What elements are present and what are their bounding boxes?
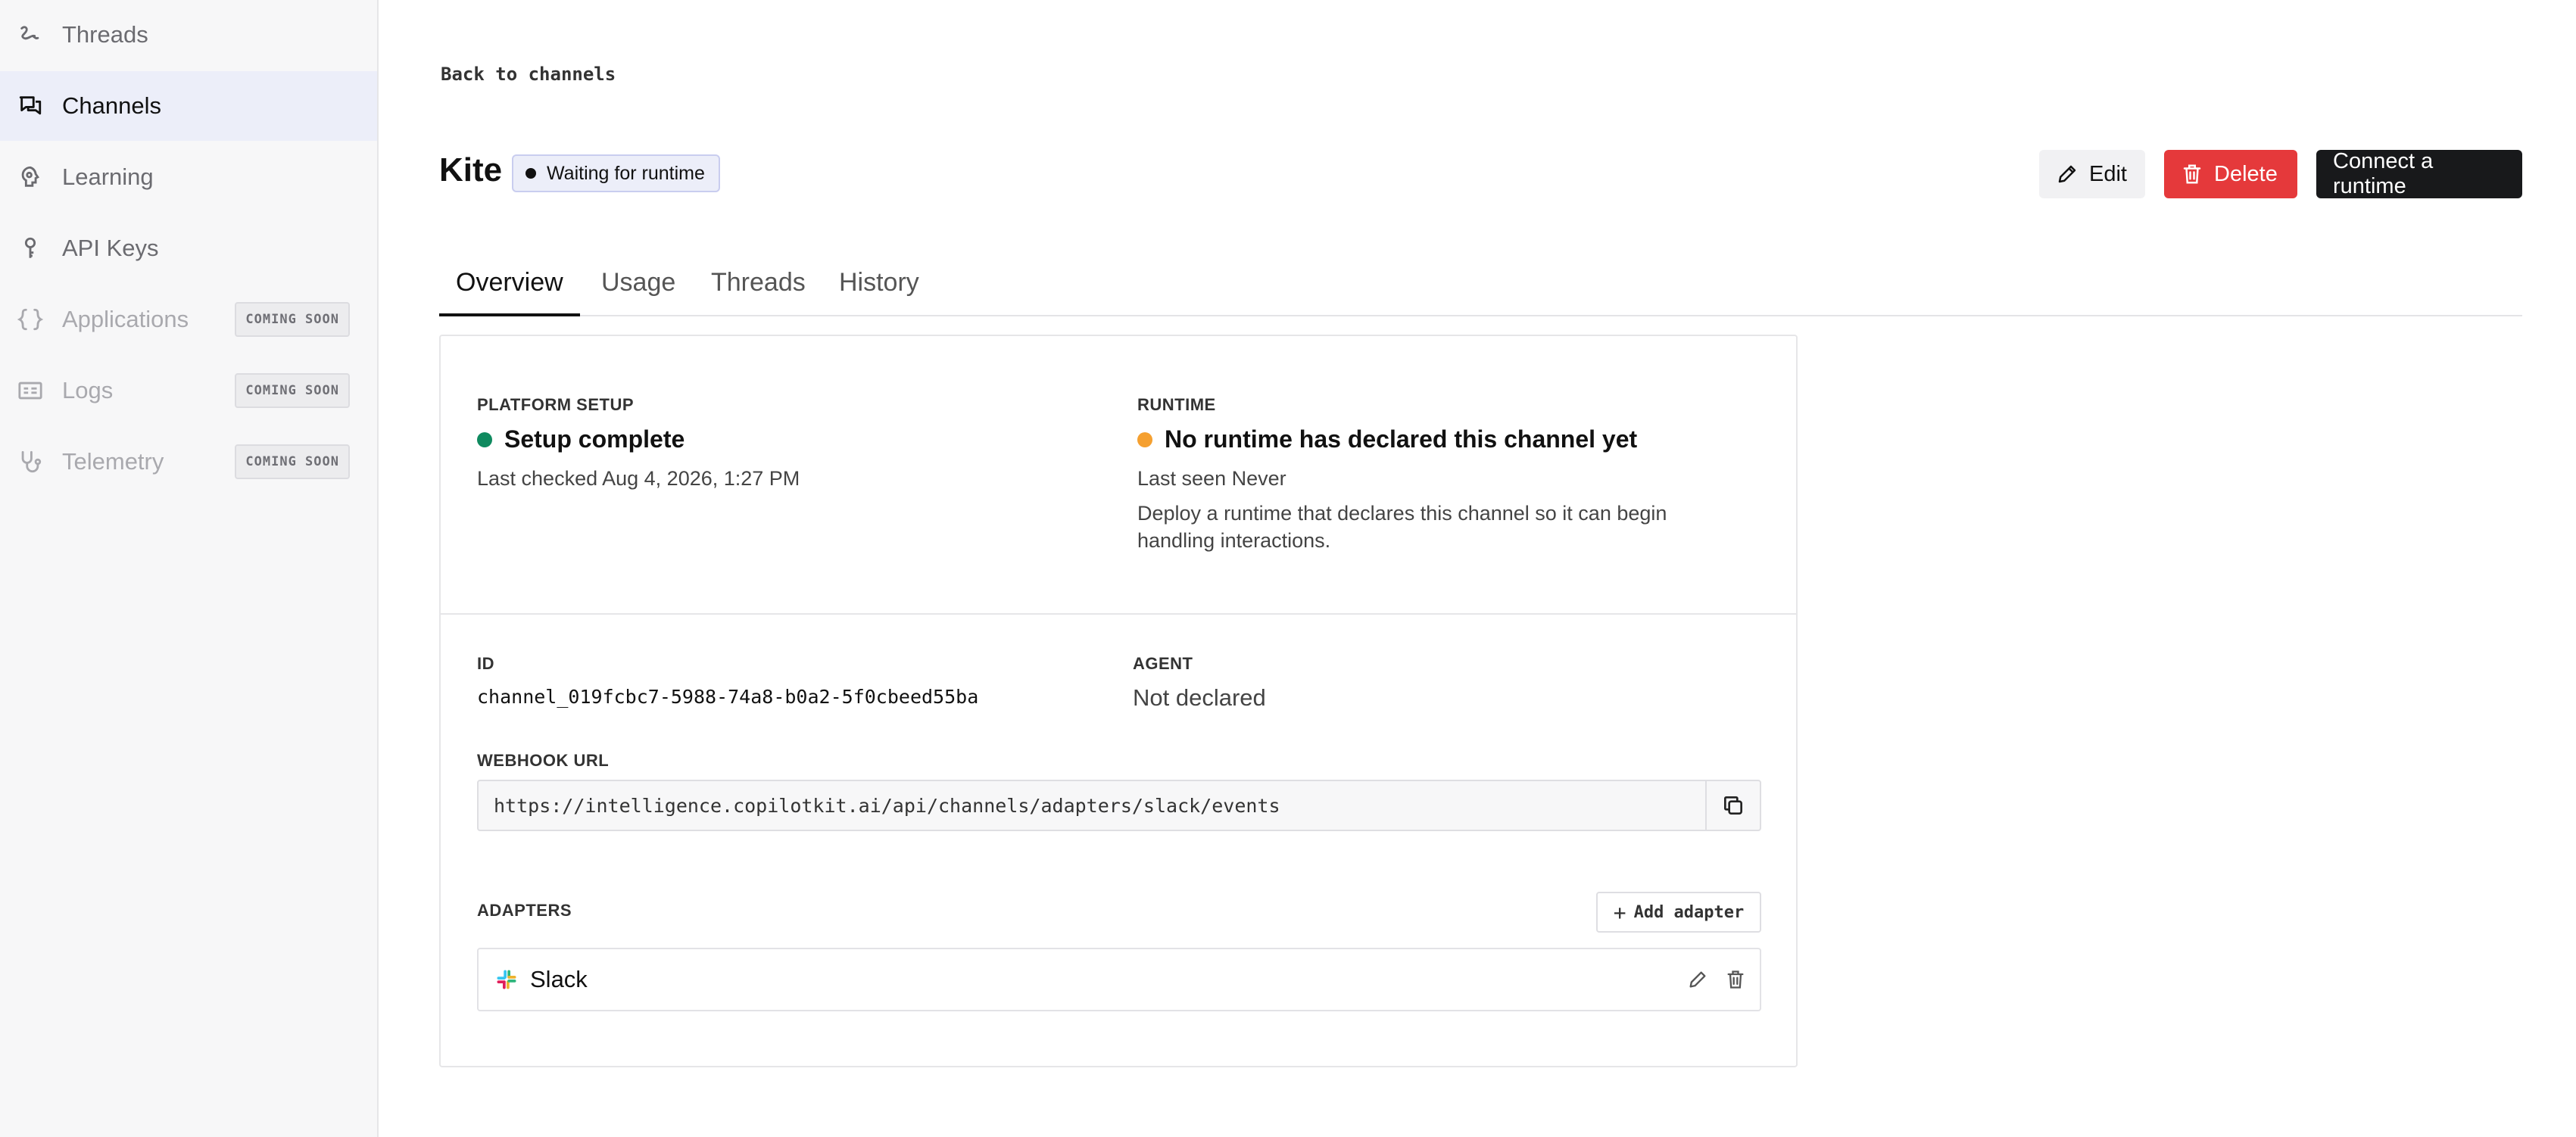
chat-bubbles-icon (17, 92, 44, 120)
agent-label: AGENT (1133, 654, 1193, 673)
sidebar-item-learning[interactable]: Learning (0, 142, 377, 212)
coming-soon-badge: COMING SOON (235, 373, 350, 408)
edit-adapter-button[interactable] (1683, 964, 1713, 995)
sidebar-item-label: Threads (62, 21, 148, 48)
brain-icon (17, 164, 44, 191)
sidebar-item-label: Channels (62, 92, 161, 119)
sidebar-item-label: Applications (62, 306, 189, 332)
runtime-status: No runtime has declared this channel yet (1137, 425, 1637, 453)
delete-adapter-button[interactable] (1720, 964, 1751, 995)
card-divider (441, 613, 1796, 615)
sidebar-item-label: API Keys (62, 235, 159, 261)
coming-soon-badge: COMING SOON (235, 302, 350, 337)
tab-history[interactable]: History (839, 268, 919, 316)
status-dot-icon (477, 431, 492, 447)
add-adapter-button[interactable]: + Add adapter (1596, 892, 1761, 933)
status-dot-icon (525, 168, 536, 179)
tab-usage[interactable]: Usage (601, 268, 675, 316)
copy-icon (1721, 793, 1745, 818)
adapter-name: Slack (530, 966, 588, 992)
slack-icon (495, 968, 518, 991)
braces-icon (17, 306, 44, 333)
webhook-url-value: https://intelligence.copilotkit.ai/api/c… (494, 794, 1280, 817)
trash-icon (2181, 163, 2203, 185)
sidebar-item-telemetry: Telemetry COMING SOON (0, 427, 377, 497)
sidebar-item-channels[interactable]: Channels (0, 71, 377, 141)
platform-setup-status-text: Setup complete (504, 425, 685, 453)
last-seen-text: Last seen Never (1137, 467, 1286, 490)
status-badge-label: Waiting for runtime (547, 162, 705, 184)
status-badge: Waiting for runtime (512, 154, 720, 192)
sidebar-item-label: Logs (62, 377, 114, 403)
platform-setup-status: Setup complete (477, 425, 685, 453)
pencil-icon (2056, 163, 2079, 185)
sidebar-item-label: Telemetry (62, 448, 164, 475)
copy-button[interactable] (1705, 781, 1760, 830)
runtime-label: RUNTIME (1137, 395, 1216, 414)
webhook-url-field[interactable]: https://intelligence.copilotkit.ai/api/c… (477, 780, 1761, 831)
sidebar-item-api-keys[interactable]: API Keys (0, 213, 377, 283)
channel-id-value: channel_019fcbc7-5988-74a8-b0a2-5f0cbeed… (477, 686, 979, 708)
connect-runtime-button[interactable]: Connect a runtime (2316, 149, 2522, 198)
tab-bar: Overview Usage Threads History (439, 262, 2522, 316)
last-checked-text: Last checked Aug 4, 2026, 1:27 PM (477, 467, 800, 490)
platform-setup-label: PLATFORM SETUP (477, 395, 635, 414)
threads-icon (17, 21, 44, 48)
add-adapter-label: Add adapter (1633, 902, 1745, 922)
back-to-channels-link[interactable]: Back to channels (441, 64, 616, 85)
page-title: Kite (439, 151, 503, 188)
sidebar: Threads Channels Learning API Keys Appli… (0, 0, 379, 1137)
id-label: ID (477, 654, 494, 673)
edit-button-label: Edit (2089, 161, 2127, 186)
plus-icon: + (1613, 899, 1626, 925)
overview-card: PLATFORM SETUP Setup complete Last check… (439, 335, 1798, 1067)
runtime-hint-text: Deploy a runtime that declares this chan… (1137, 502, 1667, 552)
sidebar-item-logs: Logs COMING SOON (0, 356, 377, 425)
trash-icon (1725, 969, 1746, 990)
status-dot-icon (1137, 431, 1152, 447)
stethoscope-icon (17, 448, 44, 475)
sidebar-item-label: Learning (62, 164, 154, 190)
key-icon (17, 235, 44, 262)
tab-overview[interactable]: Overview (439, 268, 580, 316)
runtime-status-text: No runtime has declared this channel yet (1165, 425, 1638, 453)
sidebar-item-threads[interactable]: Threads (0, 0, 377, 70)
coming-soon-badge: COMING SOON (235, 444, 350, 479)
delete-button-label: Delete (2214, 161, 2278, 186)
delete-button[interactable]: Delete (2164, 150, 2297, 198)
tab-threads[interactable]: Threads (711, 268, 806, 316)
edit-button[interactable]: Edit (2039, 150, 2145, 198)
log-icon (17, 377, 44, 404)
agent-value: Not declared (1133, 684, 1266, 711)
sidebar-item-applications: Applications COMING SOON (0, 285, 377, 354)
pencil-icon (1687, 969, 1708, 990)
adapters-label: ADAPTERS (477, 901, 572, 920)
webhook-url-label: WEBHOOK URL (477, 751, 610, 770)
adapter-row: Slack (477, 948, 1761, 1011)
